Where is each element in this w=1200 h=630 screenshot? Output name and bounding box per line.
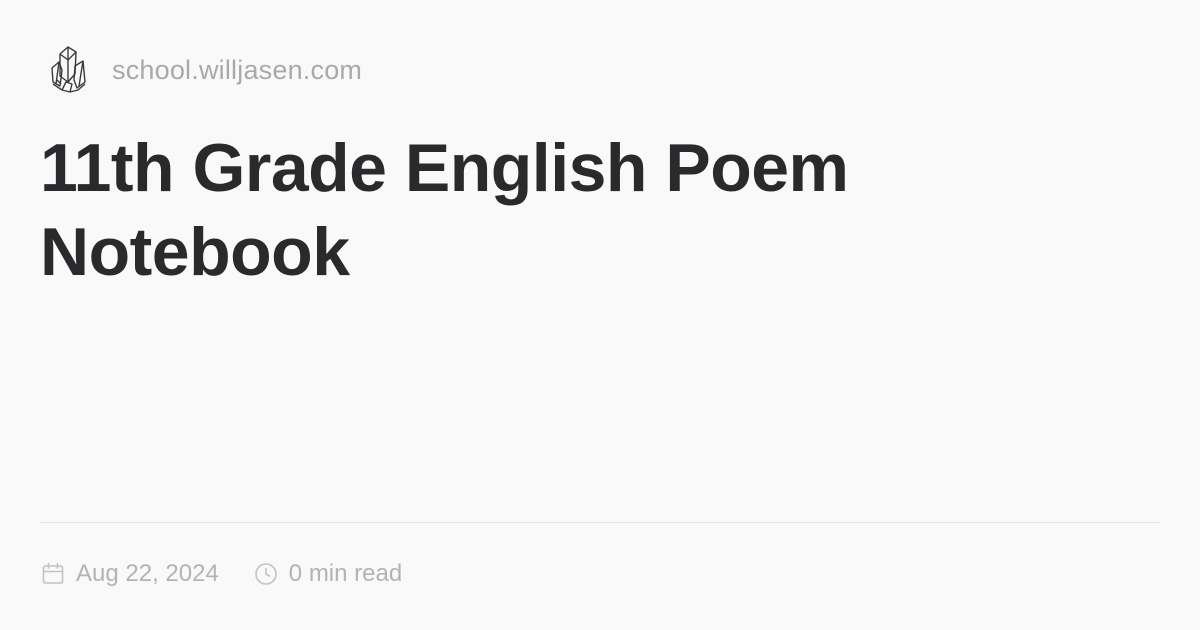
page-title: 11th Grade English Poem Notebook xyxy=(40,126,1040,294)
page-title-line-1: 11th Grade English Poem xyxy=(40,130,849,206)
site-url[interactable]: school.willjasen.com xyxy=(112,55,362,86)
read-time: 0 min read xyxy=(253,560,402,588)
crystal-logo-icon xyxy=(51,46,86,93)
read-time-text: 0 min read xyxy=(288,560,403,587)
publish-date: Aug 22, 2024 xyxy=(40,560,219,588)
clock-icon xyxy=(254,563,277,585)
post-meta: Aug 22, 2024 0 min read xyxy=(40,556,402,592)
site-header: school.willjasen.com xyxy=(48,42,362,98)
page-title-line-2: Notebook xyxy=(40,214,350,290)
publish-date-text: Aug 22, 2024 xyxy=(76,560,219,587)
calendar-icon xyxy=(42,562,64,584)
divider xyxy=(40,522,1160,523)
